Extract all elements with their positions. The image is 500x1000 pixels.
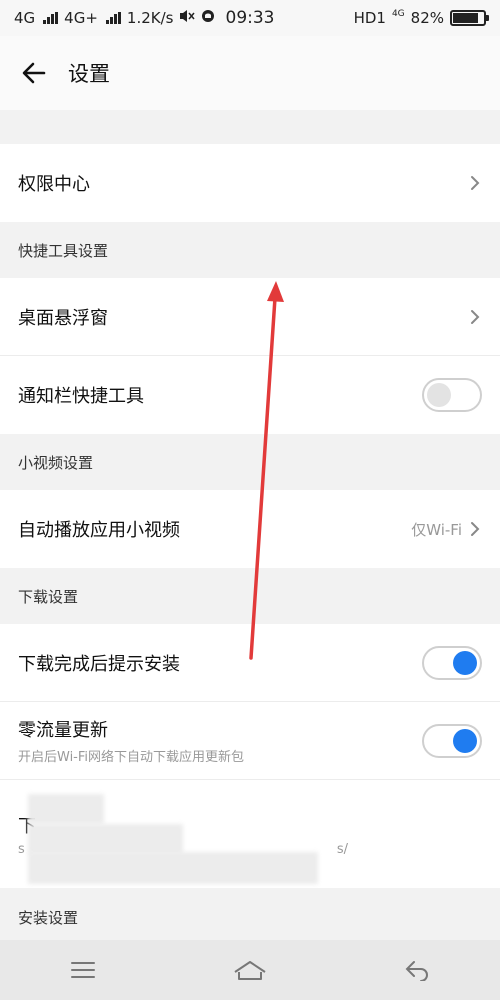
chevron-right-icon <box>468 520 482 538</box>
status-right: HD1 4G 82% <box>353 9 489 27</box>
toggle-knob <box>453 728 477 753</box>
zero-traffic-update-row: 零流量更新 开启后Wi-Fi网络下自动下载应用更新包 <box>0 702 500 780</box>
network-speed: 1.2K/s <box>126 9 174 27</box>
page-title: 设置 <box>68 62 110 86</box>
title-bar: 设置 <box>0 36 500 110</box>
section-header-download: 下载设置 <box>0 568 500 624</box>
vpn-icon <box>201 9 215 27</box>
chevron-right-icon <box>468 308 482 326</box>
back-arrow-icon[interactable] <box>20 59 48 87</box>
floating-window-label: 桌面悬浮窗 <box>18 307 108 329</box>
status-bar: 4G 4G+ 1.2K/s 09:33 HD1 4G 82% <box>0 0 500 36</box>
network-label-1: 4G <box>14 9 36 27</box>
autoplay-video-label: 自动播放应用小视频 <box>18 520 180 541</box>
install-prompt-label: 下载完成后提示安装 <box>18 653 180 675</box>
battery-percent: 82% <box>410 9 444 27</box>
section-header-install: 安装设置 <box>0 888 500 946</box>
permission-center-row[interactable]: 权限中心 <box>0 144 500 222</box>
toggle-knob <box>427 383 451 407</box>
autoplay-video-value: 仅Wi-Fi <box>411 520 462 539</box>
install-prompt-row: 下载完成后提示安装 <box>0 624 500 702</box>
system-nav-bar <box>0 940 500 1000</box>
mute-icon <box>179 9 196 27</box>
permission-center-label: 权限中心 <box>18 174 90 195</box>
download-path-row[interactable]: 下 s s/ <box>0 780 500 888</box>
signal-icon-2 <box>105 12 121 24</box>
signal-icon <box>43 12 59 24</box>
zero-traffic-update-description: 开启后Wi-Fi网络下自动下载应用更新包 <box>18 750 245 765</box>
redaction-blur <box>28 852 318 884</box>
menu-icon[interactable] <box>63 950 103 990</box>
redaction-blur <box>28 794 104 824</box>
chevron-right-icon <box>468 174 482 192</box>
autoplay-video-row[interactable]: 自动播放应用小视频 仅Wi-Fi <box>0 490 500 568</box>
section-header-quick-tools: 快捷工具设置 <box>0 222 500 278</box>
install-prompt-toggle[interactable] <box>422 645 482 680</box>
notification-quick-tools-label: 通知栏快捷工具 <box>18 386 144 407</box>
toggle-knob <box>453 650 477 675</box>
hd-label: HD1 <box>353 9 386 27</box>
redaction-blur <box>28 824 183 854</box>
download-path-value-start: s <box>18 841 25 857</box>
floating-window-row[interactable]: 桌面悬浮窗 <box>0 278 500 356</box>
network-label-2: 4G+ <box>64 9 98 27</box>
section-header-short-video: 小视频设置 <box>0 434 500 490</box>
back-nav-icon[interactable] <box>397 950 437 990</box>
network-label-3: 4G <box>391 9 405 19</box>
zero-traffic-update-toggle[interactable] <box>422 723 482 758</box>
download-path-value-end: s/ <box>336 841 348 857</box>
zero-traffic-update-label: 零流量更新 <box>18 720 108 741</box>
status-left: 4G 4G+ 1.2K/s <box>14 9 215 27</box>
spacer <box>0 110 500 144</box>
notification-quick-tools-toggle[interactable] <box>422 378 482 412</box>
notification-quick-tools-row: 通知栏快捷工具 <box>0 356 500 434</box>
battery-icon <box>450 10 489 26</box>
home-icon[interactable] <box>230 950 270 990</box>
